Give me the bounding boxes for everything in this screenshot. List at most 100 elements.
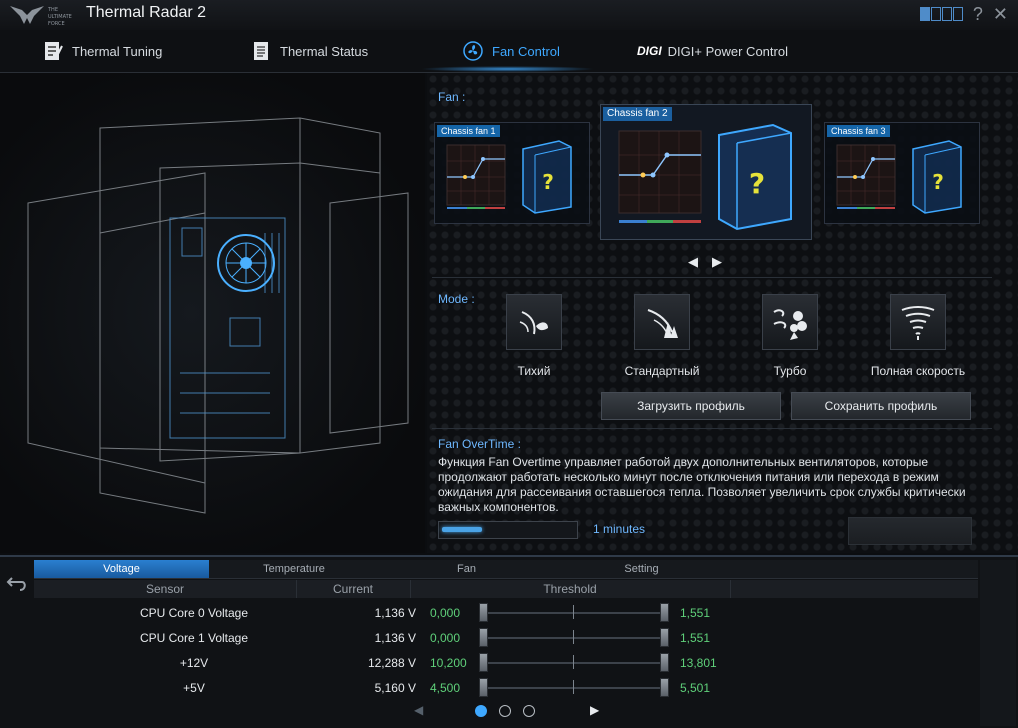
- subtab-temperature[interactable]: Temperature: [209, 560, 379, 578]
- threshold-mid-tick: [573, 680, 574, 694]
- threshold-track: [484, 687, 664, 689]
- fan-card-title: Chassis fan 1: [437, 125, 500, 137]
- fan-next-button[interactable]: ▶: [712, 254, 722, 270]
- monitor-subtabs: Voltage Temperature Fan Setting: [34, 560, 978, 579]
- tab-fan-control[interactable]: Fan Control: [462, 38, 560, 64]
- fan-card-title: Chassis fan 2: [603, 107, 672, 121]
- turbo-mode-icon: [762, 294, 818, 350]
- apply-button-disabled: [848, 517, 972, 545]
- column-threshold: Threshold: [410, 580, 731, 598]
- page-dot-1[interactable]: [475, 705, 487, 717]
- mode-label: Стандартный: [624, 364, 700, 378]
- threshold-max: 1,551: [680, 631, 711, 645]
- unknown-fan-icon: ?: [912, 140, 962, 214]
- sensor-name: +5V: [183, 681, 205, 695]
- mode-label: Тихий: [517, 364, 551, 378]
- table-row: +12V 12,288 V 10,200 13,801: [34, 651, 978, 675]
- page-dot-3[interactable]: [523, 705, 535, 717]
- fan-curve-graph: [618, 130, 702, 223]
- pager: ◀ ▶: [410, 703, 610, 721]
- threshold-min: 0,000: [430, 606, 461, 620]
- layout-switch-icon[interactable]: [919, 7, 963, 21]
- sensor-name: CPU Core 0 Voltage: [139, 606, 249, 620]
- section-divider: [432, 428, 992, 429]
- help-button[interactable]: ?: [973, 4, 983, 24]
- svg-text:?: ?: [932, 170, 944, 194]
- svg-text:FORCE: FORCE: [48, 21, 65, 27]
- close-button[interactable]: ✕: [993, 4, 1008, 24]
- threshold-track: [484, 612, 664, 614]
- fan-icon: [463, 41, 483, 61]
- thermal-tuning-icon: [45, 42, 63, 60]
- subtab-setting[interactable]: Setting: [554, 560, 729, 578]
- fan-card-chassis-3[interactable]: Chassis fan 3 ?: [824, 122, 980, 224]
- sensor-current: 1,136 V: [374, 606, 416, 620]
- threshold-min: 10,200: [430, 656, 467, 670]
- app-title: Thermal Radar 2: [86, 4, 207, 21]
- fan-card-chassis-2[interactable]: Chassis fan 2 ?: [600, 104, 812, 240]
- mode-full-speed-button[interactable]: Полная скорость: [853, 294, 983, 378]
- tab-thermal-status[interactable]: Thermal Status: [250, 38, 368, 64]
- pager-next-button[interactable]: ▶: [590, 703, 599, 717]
- tab-label: Thermal Tuning: [72, 43, 163, 59]
- fan-curve-graph: [836, 144, 896, 209]
- threshold-mid-tick: [573, 605, 574, 619]
- sensor-name: CPU Core 1 Voltage: [139, 631, 249, 645]
- threshold-min-handle[interactable]: [479, 678, 488, 697]
- unknown-fan-icon: ?: [718, 123, 792, 231]
- standard-mode-icon: [634, 294, 690, 350]
- tab-thermal-tuning[interactable]: Thermal Tuning: [42, 38, 162, 64]
- threshold-max-handle[interactable]: [660, 678, 669, 697]
- svg-text:THE: THE: [47, 7, 58, 13]
- overtime-slider[interactable]: [438, 521, 578, 539]
- tab-digi-power[interactable]: DIGI DIGI+ Power Control: [637, 38, 788, 64]
- load-profile-button[interactable]: Загрузить профиль: [601, 392, 781, 420]
- back-arrow-icon[interactable]: [6, 572, 30, 594]
- threshold-min: 4,500: [430, 681, 461, 695]
- section-divider: [432, 277, 992, 278]
- mode-turbo-button[interactable]: Турбо: [725, 294, 855, 378]
- pc-case-wireframe: [27, 117, 409, 514]
- tuf-logo: THE ULTIMATE FORCE: [10, 6, 72, 27]
- threshold-mid-tick: [573, 630, 574, 644]
- save-profile-button[interactable]: Сохранить профиль: [791, 392, 971, 420]
- sensor-current: 5,160 V: [374, 681, 416, 695]
- sensor-current: 1,136 V: [374, 631, 416, 645]
- subtab-fan[interactable]: Fan: [379, 560, 554, 578]
- mode-standard-button[interactable]: Стандартный: [597, 294, 727, 378]
- threshold-max-handle[interactable]: [660, 653, 669, 672]
- silent-mode-icon: [506, 294, 562, 350]
- subtab-voltage[interactable]: Voltage: [34, 560, 209, 578]
- threshold-min-handle[interactable]: [479, 603, 488, 622]
- table-header: Sensor Current Threshold: [34, 580, 978, 598]
- threshold-min-handle[interactable]: [479, 653, 488, 672]
- fan-card-chassis-1[interactable]: Chassis fan 1 ?: [434, 122, 590, 224]
- fan-card-title: Chassis fan 3: [827, 125, 890, 137]
- threshold-max-handle[interactable]: [660, 603, 669, 622]
- column-sensor: Sensor: [34, 580, 297, 598]
- svg-text:?: ?: [749, 167, 765, 200]
- threshold-track: [484, 662, 664, 664]
- threshold-max: 5,501: [680, 681, 711, 695]
- svg-text:ULTIMATE: ULTIMATE: [48, 14, 72, 20]
- tab-label: DIGI+ Power Control: [667, 43, 788, 59]
- mode-label: Турбо: [773, 364, 807, 378]
- monitor-side-strip: [980, 560, 1016, 726]
- mode-silent-button[interactable]: Тихий: [469, 294, 599, 378]
- overtime-slider-fill: [442, 527, 482, 532]
- overtime-value: 1 minutes: [593, 522, 646, 536]
- overtime-description: Функция Fan Overtime управляет работой д…: [438, 455, 966, 514]
- threshold-max-handle[interactable]: [660, 628, 669, 647]
- threshold-max: 1,551: [680, 606, 711, 620]
- mode-label: Полная скорость: [870, 364, 966, 378]
- tab-label: Fan Control: [492, 43, 560, 59]
- page-dot-2[interactable]: [499, 705, 511, 717]
- pager-prev-disabled: ◀: [414, 703, 424, 717]
- full-speed-icon: [890, 294, 946, 350]
- threshold-min-handle[interactable]: [479, 628, 488, 647]
- fan-prev-button[interactable]: ◀: [688, 254, 698, 270]
- threshold-min: 0,000: [430, 631, 461, 645]
- fan-curve-graph: [446, 144, 506, 209]
- window-controls: ? ✕: [919, 4, 1008, 24]
- fan-section-label: Fan :: [438, 90, 466, 104]
